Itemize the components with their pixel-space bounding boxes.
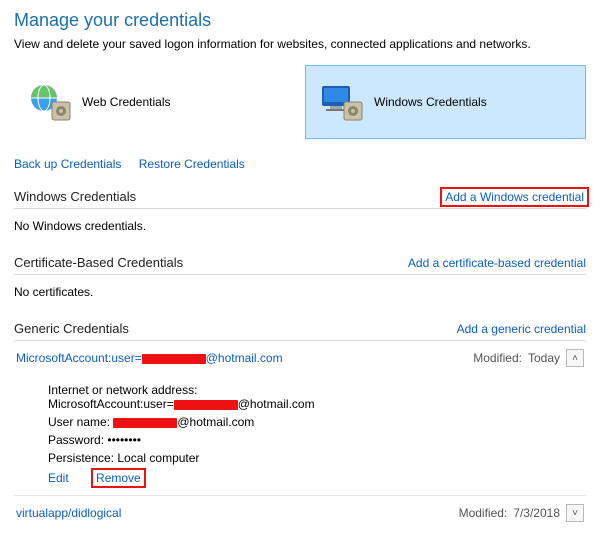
- credential-type-tiles: Web Credentials Windows Credentials: [14, 65, 586, 139]
- cert-empty-text: No certificates.: [14, 285, 586, 299]
- monitor-safe-icon: [320, 82, 364, 122]
- tile-windows-label: Windows Credentials: [374, 95, 487, 109]
- credential-details: Internet or network address: MicrosoftAc…: [14, 375, 586, 495]
- credential-entry: MicrosoftAccount:user=@hotmail.com Modif…: [14, 341, 586, 496]
- password-value: ••••••••: [107, 433, 141, 447]
- credential-title: MicrosoftAccount:user=@hotmail.com: [16, 351, 283, 365]
- credential-row[interactable]: virtualapp/didlogical Modified: 7/3/2018…: [14, 496, 586, 530]
- section-windows-title: Windows Credentials: [14, 189, 136, 204]
- section-generic-title: Generic Credentials: [14, 321, 129, 336]
- persistence-label: Persistence:: [48, 451, 114, 465]
- modified-label: Modified:: [459, 506, 508, 520]
- credential-title: virtualapp/didlogical: [16, 506, 121, 520]
- modified-value: 7/3/2018: [513, 506, 560, 520]
- persistence-value: Local computer: [117, 451, 199, 465]
- redacted-text: [113, 418, 177, 428]
- section-generic-credentials: Generic Credentials Add a generic creden…: [14, 321, 586, 530]
- page-description: View and delete your saved logon informa…: [14, 37, 586, 51]
- password-label: Password:: [48, 433, 104, 447]
- chevron-up-icon[interactable]: ˄: [566, 349, 584, 367]
- globe-safe-icon: [28, 82, 72, 122]
- redacted-text: [174, 400, 238, 410]
- credential-entry: virtualapp/didlogical Modified: 7/3/2018…: [14, 496, 586, 530]
- username-value: @hotmail.com: [113, 415, 254, 429]
- credential-row[interactable]: MicrosoftAccount:user=@hotmail.com Modif…: [14, 341, 586, 375]
- address-label: Internet or network address:: [48, 383, 197, 397]
- section-cert-title: Certificate-Based Credentials: [14, 255, 183, 270]
- modified-label: Modified:: [473, 351, 522, 365]
- address-value: MicrosoftAccount:user=@hotmail.com: [48, 397, 315, 411]
- windows-empty-text: No Windows credentials.: [14, 219, 586, 233]
- restore-credentials-link[interactable]: Restore Credentials: [139, 157, 245, 171]
- backup-credentials-link[interactable]: Back up Credentials: [14, 157, 121, 171]
- chevron-down-icon[interactable]: ˅: [566, 504, 584, 522]
- add-generic-credential-link[interactable]: Add a generic credential: [457, 322, 586, 336]
- add-cert-credential-link[interactable]: Add a certificate-based credential: [408, 256, 586, 270]
- username-label: User name:: [48, 415, 110, 429]
- tile-windows-credentials[interactable]: Windows Credentials: [305, 65, 586, 139]
- modified-value: Today: [528, 351, 560, 365]
- section-cert-credentials: Certificate-Based Credentials Add a cert…: [14, 255, 586, 299]
- redacted-text: [142, 354, 206, 364]
- section-windows-credentials: Windows Credentials Add a Windows creden…: [14, 189, 586, 233]
- edit-credential-link[interactable]: Edit: [48, 471, 69, 485]
- page-title: Manage your credentials: [14, 10, 586, 31]
- add-windows-credential-link[interactable]: Add a Windows credential: [443, 190, 586, 204]
- tile-web-label: Web Credentials: [82, 95, 171, 109]
- tile-web-credentials[interactable]: Web Credentials: [14, 65, 293, 139]
- remove-credential-link[interactable]: Remove: [94, 471, 143, 485]
